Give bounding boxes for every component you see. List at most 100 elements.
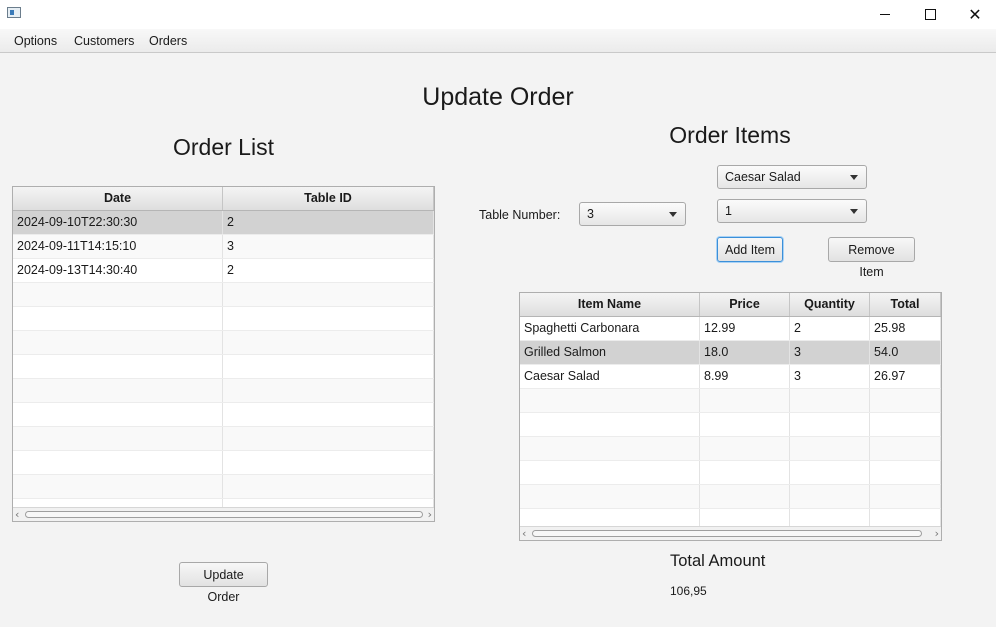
table-cell bbox=[870, 461, 941, 484]
column-header-item-name[interactable]: Item Name bbox=[520, 293, 700, 316]
minimize-icon bbox=[880, 14, 890, 15]
scroll-left-icon[interactable]: ‹ bbox=[15, 508, 19, 521]
table-cell bbox=[13, 379, 223, 402]
order-list-row bbox=[13, 355, 434, 379]
close-icon: ✕ bbox=[968, 5, 982, 24]
table-cell bbox=[13, 403, 223, 426]
order-item-row[interactable]: Grilled Salmon 18.0 3 54.0 bbox=[520, 341, 941, 365]
table-number-label: Table Number: bbox=[479, 208, 561, 222]
order-list-title: Order List bbox=[173, 134, 274, 160]
order-list-row bbox=[13, 331, 434, 355]
close-button[interactable]: ✕ bbox=[952, 0, 996, 29]
table-cell bbox=[13, 427, 223, 450]
page-title: Update Order bbox=[422, 83, 574, 111]
table-cell bbox=[13, 451, 223, 474]
table-cell bbox=[870, 437, 941, 460]
window-titlebar: ✕ bbox=[0, 0, 996, 29]
table-cell: 2024-09-11T14:15:10 bbox=[13, 235, 223, 258]
table-cell bbox=[13, 283, 223, 306]
order-item-row[interactable]: Caesar Salad 8.99 3 26.97 bbox=[520, 365, 941, 389]
order-item-row bbox=[520, 461, 941, 485]
table-cell bbox=[520, 389, 700, 412]
minimize-button[interactable] bbox=[862, 0, 908, 29]
quantity-select[interactable]: 1 bbox=[717, 199, 867, 223]
table-cell bbox=[520, 485, 700, 508]
table-cell bbox=[870, 389, 941, 412]
menu-options[interactable]: Options bbox=[14, 34, 57, 48]
order-list-row bbox=[13, 379, 434, 403]
order-items-hscrollbar[interactable]: ‹ › bbox=[520, 526, 941, 540]
order-item-row bbox=[520, 437, 941, 461]
table-cell: 12.99 bbox=[700, 317, 790, 340]
table-cell bbox=[870, 485, 941, 508]
table-cell bbox=[13, 475, 223, 498]
add-item-button[interactable]: Add Item bbox=[717, 237, 783, 262]
column-header-total[interactable]: Total bbox=[870, 293, 941, 316]
table-cell bbox=[223, 331, 434, 354]
column-header-date[interactable]: Date bbox=[13, 187, 223, 210]
table-cell bbox=[223, 307, 434, 330]
table-cell bbox=[13, 355, 223, 378]
order-list-row[interactable]: 2024-09-10T22:30:30 2 bbox=[13, 211, 434, 235]
update-order-button[interactable]: Update Order bbox=[179, 562, 268, 604]
table-cell bbox=[520, 413, 700, 436]
table-cell bbox=[223, 403, 434, 426]
menu-customers[interactable]: Customers bbox=[74, 34, 134, 48]
table-cell: 2024-09-13T14:30:40 bbox=[13, 259, 223, 282]
order-list-row bbox=[13, 427, 434, 451]
order-item-row bbox=[520, 413, 941, 437]
table-cell bbox=[790, 389, 870, 412]
order-items-header: Item Name Price Quantity Total bbox=[520, 293, 941, 317]
table-cell bbox=[700, 461, 790, 484]
column-header-price[interactable]: Price bbox=[700, 293, 790, 316]
order-list-header: Date Table ID bbox=[13, 187, 434, 211]
column-header-table-id[interactable]: Table ID bbox=[223, 187, 434, 210]
order-list-row bbox=[13, 475, 434, 499]
table-number-select[interactable]: 3 bbox=[579, 202, 686, 226]
order-list-row[interactable]: 2024-09-11T14:15:10 3 bbox=[13, 235, 434, 259]
scroll-thumb[interactable] bbox=[532, 530, 922, 537]
scroll-right-icon[interactable]: › bbox=[935, 527, 939, 540]
table-cell bbox=[223, 427, 434, 450]
table-cell bbox=[700, 437, 790, 460]
order-list-row bbox=[13, 451, 434, 475]
order-list-row bbox=[13, 403, 434, 427]
scroll-left-icon[interactable]: ‹ bbox=[522, 527, 526, 540]
order-items-table[interactable]: Item Name Price Quantity Total Spaghetti… bbox=[519, 292, 942, 541]
order-list-row[interactable]: 2024-09-13T14:30:40 2 bbox=[13, 259, 434, 283]
order-list-hscrollbar[interactable]: ‹ › bbox=[13, 507, 434, 521]
table-cell bbox=[700, 413, 790, 436]
order-item-row bbox=[520, 485, 941, 509]
scroll-thumb[interactable] bbox=[25, 511, 423, 518]
table-cell: 25.98 bbox=[870, 317, 941, 340]
table-cell bbox=[13, 331, 223, 354]
order-item-row bbox=[520, 389, 941, 413]
menu-orders[interactable]: Orders bbox=[149, 34, 187, 48]
table-cell: 18.0 bbox=[700, 341, 790, 364]
chevron-down-icon bbox=[850, 209, 858, 214]
order-list-row bbox=[13, 283, 434, 307]
table-cell: Caesar Salad bbox=[520, 365, 700, 388]
app-icon bbox=[7, 7, 21, 18]
table-cell bbox=[223, 283, 434, 306]
total-amount-label: Total Amount bbox=[670, 552, 766, 570]
menu-item-select[interactable]: Caesar Salad bbox=[717, 165, 867, 189]
table-cell: Grilled Salmon bbox=[520, 341, 700, 364]
remove-item-button[interactable]: Remove Item bbox=[828, 237, 915, 279]
table-cell bbox=[223, 451, 434, 474]
table-cell bbox=[13, 307, 223, 330]
order-item-row[interactable]: Spaghetti Carbonara 12.99 2 25.98 bbox=[520, 317, 941, 341]
column-header-quantity[interactable]: Quantity bbox=[790, 293, 870, 316]
maximize-icon bbox=[924, 9, 936, 20]
order-list-row bbox=[13, 307, 434, 331]
scroll-right-icon[interactable]: › bbox=[428, 508, 432, 521]
order-list-table[interactable]: Date Table ID 2024-09-10T22:30:30 2 2024-0… bbox=[12, 186, 435, 522]
table-cell: 3 bbox=[223, 235, 434, 258]
chevron-down-icon bbox=[850, 175, 858, 180]
table-cell bbox=[700, 389, 790, 412]
table-cell bbox=[223, 475, 434, 498]
table-cell bbox=[700, 485, 790, 508]
maximize-button[interactable] bbox=[907, 0, 953, 29]
table-cell: 3 bbox=[790, 341, 870, 364]
table-cell: 2 bbox=[223, 211, 434, 234]
